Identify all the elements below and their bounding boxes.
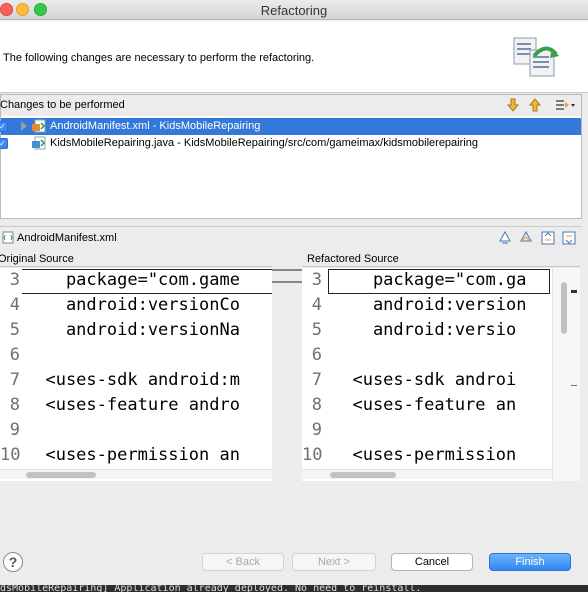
- line-number: 3: [311, 270, 322, 290]
- line-number: 8: [311, 395, 322, 415]
- compare-toolbar: AndroidManifest.xml: [0, 226, 582, 248]
- title-bar: Refactoring: [0, 0, 588, 20]
- console-output: dsMobileRepairing] Application already d…: [0, 585, 588, 592]
- code-line: <uses-permission: [332, 445, 517, 465]
- changes-header: Changes to be performed: [0, 95, 581, 115]
- changes-label: Changes to be performed: [0, 99, 125, 111]
- line-number: 5: [311, 320, 322, 340]
- original-source-header: Original Source: [0, 250, 272, 267]
- code-line: <uses-feature an: [332, 395, 517, 415]
- refactoring-wizard-icon: [513, 37, 559, 77]
- line-number: 3: [9, 270, 20, 290]
- line-number: 7: [9, 370, 20, 390]
- back-button[interactable]: < Back: [202, 553, 284, 571]
- line-number: 7: [311, 370, 322, 390]
- filter-dropdown-icon: [556, 100, 575, 110]
- refactored-source-pane[interactable]: 3 package="com.ga 4 android:version 5 andr…: [302, 268, 580, 481]
- xml-file-icon: [2, 231, 14, 244]
- line-number: 6: [9, 345, 20, 365]
- next-difference-icon[interactable]: [497, 230, 513, 246]
- checkbox-checked[interactable]: ✓: [0, 121, 8, 132]
- original-horizontal-scrollbar[interactable]: [0, 469, 272, 479]
- changes-panel: Changes to be performed ✓ AndroidManifes…: [0, 94, 582, 219]
- original-source-title: Original Source: [0, 253, 74, 265]
- code-line: <uses-feature andro: [25, 395, 240, 415]
- refactored-source-header: Refactored Source: [302, 250, 580, 267]
- code-line: <uses-sdk android:m: [25, 370, 240, 390]
- arrow-up-icon: [528, 98, 542, 112]
- change-item-androidmanifest[interactable]: ✓ AndroidManifest.xml - KidsMobileRepair…: [0, 118, 581, 135]
- original-source-pane[interactable]: 3 package="com.game 4 android:versionCo 5 …: [0, 268, 272, 481]
- code-line: android:versio: [332, 320, 517, 340]
- diff-connector-gutter: [272, 268, 302, 481]
- previous-change-button[interactable]: [526, 96, 544, 114]
- change-item-java[interactable]: ✓ KidsMobileRepairing.java - KidsMobileR…: [0, 135, 581, 152]
- line-number: 8: [9, 395, 20, 415]
- refactored-vertical-scrollbar[interactable]: [552, 268, 580, 481]
- overview-ruler-mark: [571, 385, 577, 386]
- scrollbar-thumb[interactable]: [330, 472, 396, 478]
- line-number: 4: [9, 295, 20, 315]
- diff-connector-lines: [272, 269, 302, 283]
- change-item-label: KidsMobileRepairing.java - KidsMobileRep…: [50, 137, 478, 149]
- refactored-horizontal-scrollbar[interactable]: [302, 469, 552, 479]
- arrow-down-icon: [506, 98, 520, 112]
- next-change-button[interactable]: [504, 96, 522, 114]
- next-button[interactable]: Next >: [292, 553, 376, 571]
- wizard-header: The following changes are necessary to p…: [0, 21, 588, 93]
- cancel-button[interactable]: Cancel: [391, 553, 473, 571]
- dialog-footer: ? < Back Next > Cancel Finish: [0, 540, 588, 585]
- help-button[interactable]: ?: [3, 552, 23, 572]
- xml-file-icon: [32, 119, 46, 133]
- overview-ruler-mark: [571, 290, 577, 293]
- code-line: package="com.ga: [332, 270, 527, 290]
- code-line: <uses-permission an: [25, 445, 240, 465]
- refactored-source-title: Refactored Source: [307, 253, 399, 265]
- filter-changes-menu[interactable]: [553, 96, 579, 114]
- line-number: 4: [311, 295, 322, 315]
- code-line: <uses-sdk androi: [332, 370, 517, 390]
- header-message: The following changes are necessary to p…: [3, 52, 315, 64]
- scrollbar-thumb[interactable]: [26, 472, 96, 478]
- code-line: android:version: [332, 295, 527, 315]
- previous-change-icon[interactable]: [561, 230, 577, 246]
- code-line: package="com.game: [25, 270, 240, 290]
- compare-file-name: AndroidManifest.xml: [17, 232, 117, 244]
- line-number: 9: [9, 420, 20, 440]
- next-change-icon[interactable]: [540, 230, 556, 246]
- code-line: android:versionCo: [25, 295, 240, 315]
- expand-arrow-icon[interactable]: [21, 121, 27, 131]
- line-number: 10: [302, 445, 323, 465]
- previous-difference-icon[interactable]: [518, 230, 534, 246]
- refactoring-dialog: Refactoring The following changes are ne…: [0, 0, 588, 585]
- change-item-label: AndroidManifest.xml - KidsMobileRepairin…: [50, 120, 261, 132]
- line-number: 9: [311, 420, 322, 440]
- code-line: android:versionNa: [25, 320, 240, 340]
- line-number: 10: [0, 445, 21, 465]
- line-number: 6: [311, 345, 322, 365]
- checkbox-checked[interactable]: ✓: [0, 138, 8, 149]
- finish-button[interactable]: Finish: [489, 553, 571, 571]
- window-title: Refactoring: [260, 3, 328, 18]
- java-file-icon: [32, 136, 46, 150]
- line-number: 5: [9, 320, 20, 340]
- changes-tree: ✓ AndroidManifest.xml - KidsMobileRepair…: [0, 116, 581, 218]
- scrollbar-thumb[interactable]: [561, 282, 567, 334]
